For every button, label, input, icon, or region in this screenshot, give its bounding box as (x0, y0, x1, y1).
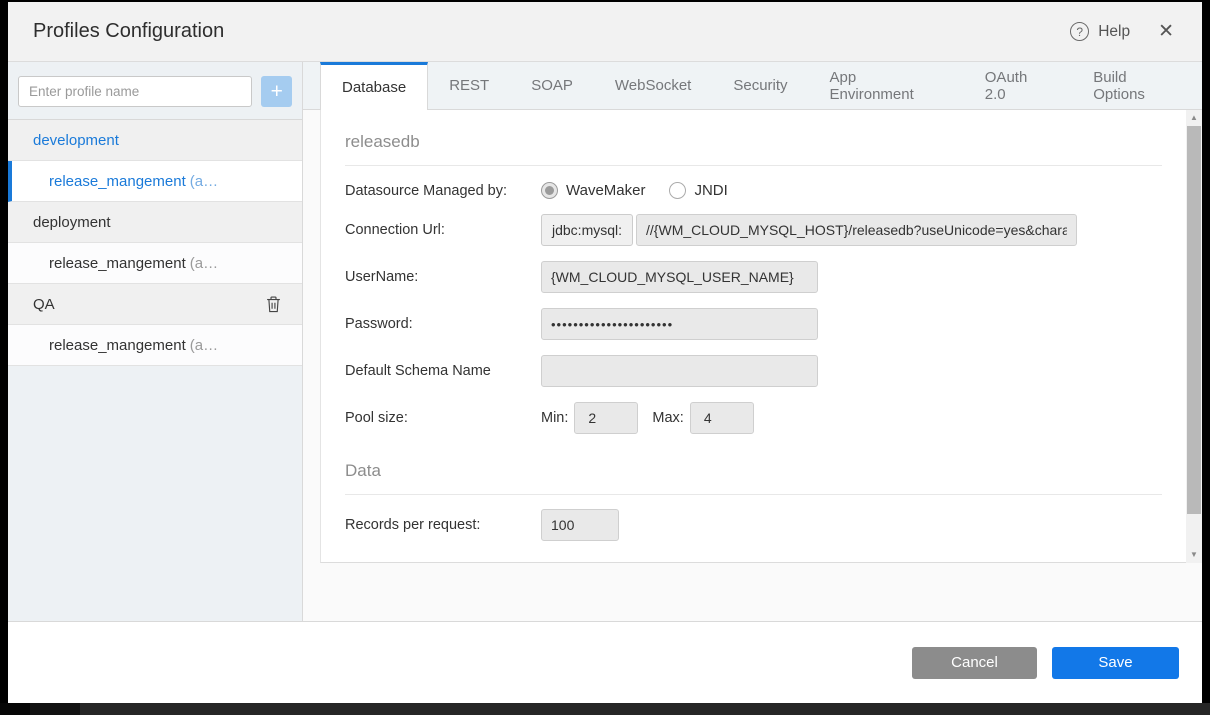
jdbc-prefix-addon: jdbc:mysql: (541, 214, 633, 246)
radio-jndi-icon (669, 182, 686, 199)
scrollbar-thumb[interactable] (1187, 126, 1201, 514)
taskbar-segment (30, 703, 80, 715)
sidebar-item-deployment[interactable]: deployment (8, 202, 302, 243)
profiles-sidebar: + development release_mangement (a… depl… (8, 62, 303, 621)
scroll-up-icon[interactable]: ▲ (1186, 113, 1202, 122)
connection-url-input[interactable] (636, 214, 1077, 246)
delete-profile-button[interactable] (265, 295, 302, 314)
profile-list: development release_mangement (a… deploy… (8, 119, 302, 366)
tab-websocket[interactable]: WebSocket (594, 62, 712, 109)
tab-content-area: releasedb Datasource Managed by: WaveMak… (303, 110, 1202, 621)
sidebar-item-release-mangement-development[interactable]: release_mangement (a… (8, 161, 302, 202)
service-label: release_mangement (49, 337, 186, 354)
sidebar-item-release-mangement-deployment[interactable]: release_mangement (a… (8, 243, 302, 284)
schema-row: Default Schema Name (345, 355, 1162, 387)
main-pane: Database REST SOAP WebSocket Security Ap… (303, 62, 1202, 621)
schema-label: Default Schema Name (345, 363, 541, 379)
pool-max-input[interactable] (690, 402, 754, 434)
dialog-body: + development release_mangement (a… depl… (8, 62, 1202, 621)
sidebar-item-release-mangement-qa[interactable]: release_mangement (a… (8, 325, 302, 366)
tab-security[interactable]: Security (712, 62, 808, 109)
datasource-label: Datasource Managed by: (345, 183, 541, 199)
service-label: release_mangement (49, 255, 186, 272)
radio-wavemaker[interactable]: WaveMaker (541, 182, 645, 199)
username-row: UserName: (345, 261, 1162, 293)
username-label: UserName: (345, 269, 541, 285)
config-tabs: Database REST SOAP WebSocket Security Ap… (303, 62, 1202, 110)
profile-name-input[interactable] (18, 76, 252, 107)
tab-oauth[interactable]: OAuth 2.0 (964, 62, 1072, 109)
desktop-taskbar (0, 703, 1210, 715)
database-config-panel: releasedb Datasource Managed by: WaveMak… (320, 110, 1186, 563)
profile-search-row: + (8, 62, 302, 119)
tab-build-options[interactable]: Build Options (1072, 62, 1202, 109)
radio-jndi[interactable]: JNDI (669, 182, 727, 199)
pool-size-label: Pool size: (345, 410, 541, 426)
help-icon: ? (1070, 22, 1089, 41)
dialog-title: Profiles Configuration (33, 20, 1070, 43)
profile-label: development (33, 132, 119, 149)
radio-wavemaker-label: WaveMaker (566, 182, 645, 199)
service-label-suffix: (a… (190, 255, 218, 272)
service-label: release_mangement (49, 173, 186, 190)
password-label: Password: (345, 316, 541, 332)
pool-min-input[interactable] (574, 402, 638, 434)
dialog-footer: Cancel Save (8, 621, 1202, 703)
password-row: Password: (345, 308, 1162, 340)
records-label: Records per request: (345, 517, 541, 533)
pool-min-label: Min: (541, 410, 568, 426)
pool-max-label: Max: (652, 410, 683, 426)
sidebar-item-development[interactable]: development (8, 120, 302, 161)
records-per-request-input[interactable] (541, 509, 619, 541)
schema-input[interactable] (541, 355, 818, 387)
tab-rest[interactable]: REST (428, 62, 510, 109)
profile-label: QA (33, 296, 55, 313)
tab-database[interactable]: Database (320, 62, 428, 110)
content-scrollbar[interactable]: ▲ ▼ (1186, 110, 1202, 563)
dialog-header: Profiles Configuration ? Help ✕ (8, 2, 1202, 62)
save-button[interactable]: Save (1052, 647, 1179, 679)
connection-url-label: Connection Url: (345, 222, 541, 238)
database-section-title: releasedb (345, 110, 1162, 166)
tab-app-environment[interactable]: App Environment (809, 62, 964, 109)
service-label-suffix: (a… (190, 337, 218, 354)
taskbar-segment (0, 703, 30, 715)
pool-size-row: Pool size: Min: Max: (345, 402, 1162, 434)
radio-jndi-label: JNDI (694, 182, 727, 199)
scroll-down-icon[interactable]: ▼ (1186, 550, 1202, 559)
service-label-suffix: (a… (190, 173, 218, 190)
password-input[interactable] (541, 308, 818, 340)
records-row: Records per request: (345, 509, 1162, 541)
trash-icon (265, 295, 282, 314)
username-input[interactable] (541, 261, 818, 293)
help-label: Help (1098, 23, 1130, 41)
radio-wavemaker-icon (541, 182, 558, 199)
connection-url-row: Connection Url: jdbc:mysql: (345, 214, 1162, 246)
data-section-title: Data (345, 449, 1162, 495)
profile-label: deployment (33, 214, 111, 231)
profiles-configuration-dialog: Profiles Configuration ? Help ✕ + develo… (8, 2, 1202, 703)
help-button[interactable]: ? Help (1070, 22, 1130, 41)
add-profile-button[interactable]: + (261, 76, 292, 107)
datasource-row: Datasource Managed by: WaveMaker JNDI (345, 182, 1162, 199)
tab-soap[interactable]: SOAP (510, 62, 594, 109)
cancel-button[interactable]: Cancel (912, 647, 1037, 679)
sidebar-item-qa[interactable]: QA (8, 284, 302, 325)
close-icon[interactable]: ✕ (1158, 22, 1174, 41)
